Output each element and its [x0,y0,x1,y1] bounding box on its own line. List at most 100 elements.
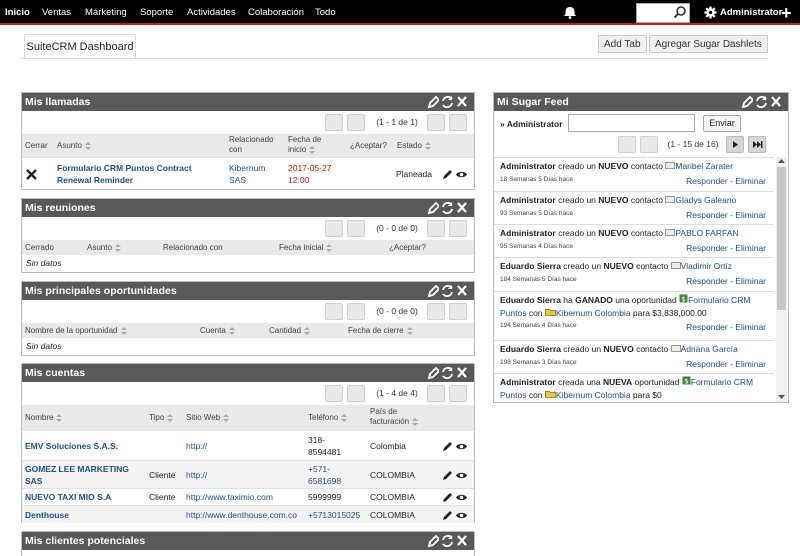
next-page-button[interactable] [427,385,445,402]
col-fecha-inicial[interactable]: Fecha inicial [279,243,333,253]
edit-pencil-icon[interactable] [427,534,439,548]
dashlet-title[interactable]: Mis cuentas [22,364,474,382]
first-page-button[interactable] [325,385,343,402]
account-website[interactable]: http://www.taximio.com [186,491,273,503]
scroll-down-icon[interactable] [778,394,785,400]
edit-pencil-icon[interactable] [427,201,439,215]
call-subject-line2[interactable]: Renewal Reminder [57,174,133,186]
edit-pencil-icon[interactable] [427,366,439,380]
reply-link[interactable]: Responder [686,359,728,369]
prev-page-button[interactable] [347,385,365,402]
account-name[interactable]: EMV Soluciones S.A.S. [25,440,118,452]
col-fecha-inicio[interactable]: Fecha de inicio [288,135,340,155]
account-phone-line2[interactable]: 6581698 [308,475,341,487]
tab-suitecrm-dashboard[interactable]: SuiteCRM Dashboard [24,34,136,58]
col-asunto[interactable]: Asunto [87,243,121,253]
next-page-button[interactable] [427,114,445,131]
nav-todo[interactable]: Todo [315,0,336,25]
feed-filter-user[interactable]: » Administrator [500,119,563,129]
feed-post-input[interactable] [568,114,695,132]
feed-link[interactable]: Vladimir Ortíz [681,261,732,271]
account-name[interactable]: GOMEZ LEE MARKETING [25,463,129,475]
refresh-icon[interactable] [755,95,768,109]
delete-link[interactable]: Eliminar [735,276,766,286]
col-tipo[interactable]: Tipo [149,413,174,423]
refresh-icon[interactable] [441,366,454,380]
last-page-button[interactable] [748,136,766,153]
add-dashlets-button[interactable]: Agregar Sugar Dashlets [649,35,768,53]
close-icon[interactable] [456,201,468,215]
call-related-line2[interactable]: SAS [229,174,246,186]
last-page-button[interactable] [449,385,467,402]
reply-link[interactable]: Responder [686,322,728,332]
scroll-up-icon[interactable] [778,158,785,164]
feed-link[interactable]: PABLO FARFAN [675,228,738,238]
view-eye-icon[interactable] [456,441,467,452]
col-cuenta[interactable]: Cuenta [200,326,235,336]
col-nombre-oportunidad[interactable]: Nombre de la oportunidad [25,326,127,336]
notifications-bell-icon[interactable] [562,6,578,19]
col-asunto[interactable]: Asunto [57,141,91,151]
account-website[interactable]: http://www.denthouse.com.co [186,509,297,521]
col-cantidad[interactable]: Cantidad [269,326,311,336]
reply-link[interactable]: Responder [686,243,728,253]
first-page-button[interactable] [325,114,343,131]
nav-soporte[interactable]: Soporte [140,0,173,25]
next-page-button[interactable] [726,136,744,153]
refresh-icon[interactable] [441,201,454,215]
edit-pencil-icon[interactable] [442,470,453,481]
add-tab-button[interactable]: Add Tab [598,35,647,53]
first-page-button[interactable] [618,136,636,153]
col-relacionado[interactable]: Relacionado con [163,243,223,253]
account-name[interactable]: NUEVO TAXI MIO S.A [25,491,111,503]
delete-link[interactable]: Eliminar [735,322,766,332]
user-menu[interactable]: Administrator [720,0,782,25]
last-page-button[interactable] [449,114,467,131]
search-icon[interactable] [673,5,687,19]
reply-link[interactable]: Responder [686,276,728,286]
first-page-button[interactable] [325,303,343,320]
reply-link[interactable]: Responder [686,176,728,186]
account-name-line2[interactable]: SAS [25,475,42,487]
send-button[interactable]: Enviar [703,115,741,132]
next-page-button[interactable] [427,303,445,320]
refresh-icon[interactable] [441,284,454,298]
close-icon[interactable] [770,95,782,109]
col-sitio-web[interactable]: Sitio Web [186,413,230,423]
col-nombre[interactable]: Nombre [25,413,63,423]
reply-link[interactable]: Responder [686,210,728,220]
delete-link[interactable]: Eliminar [735,359,766,369]
call-subject[interactable]: Formulario CRM Puntos Contract [57,162,192,174]
dashlet-title[interactable]: Mis clientes potenciales [22,532,474,550]
account-website[interactable]: http:// [186,440,207,452]
dashlet-title[interactable]: Mis principales oportunidades [22,282,474,300]
edit-pencil-icon[interactable] [442,492,453,503]
dashlet-title[interactable]: Mis reuniones [22,199,474,217]
view-eye-icon[interactable] [456,169,467,180]
prev-page-button[interactable] [640,136,658,153]
close-icon[interactable] [456,366,468,380]
feed-link-account[interactable]: Kibernum Colombia [556,390,631,400]
call-related[interactable]: Kibernum [229,162,265,174]
edit-pencil-icon[interactable] [741,95,753,109]
close-icon[interactable] [456,95,468,109]
edit-pencil-icon[interactable] [442,510,453,521]
feed-link[interactable]: Gladys Galeano [675,195,736,205]
account-phone[interactable]: +5713015025 [308,509,360,521]
next-page-button[interactable] [427,220,445,237]
col-pais[interactable]: País de facturación [370,407,422,427]
edit-pencil-icon[interactable] [427,284,439,298]
quick-create-plus-icon[interactable]: + [781,3,792,23]
col-relacionado[interactable]: Relacionado con [229,135,279,155]
gear-icon[interactable] [704,6,717,19]
close-call-icon[interactable] [26,169,37,180]
feed-link[interactable]: Maribel Zarater [675,161,733,171]
feed-link-account[interactable]: Kibernum Colombia [556,308,631,318]
dashlet-title[interactable]: Mis llamadas [22,93,474,111]
feed-link[interactable]: Adriana García [681,344,738,354]
last-page-button[interactable] [449,303,467,320]
refresh-icon[interactable] [441,95,454,109]
nav-marketing[interactable]: Márketing [85,0,127,25]
prev-page-button[interactable] [347,220,365,237]
account-phone[interactable]: +571- [308,463,330,475]
